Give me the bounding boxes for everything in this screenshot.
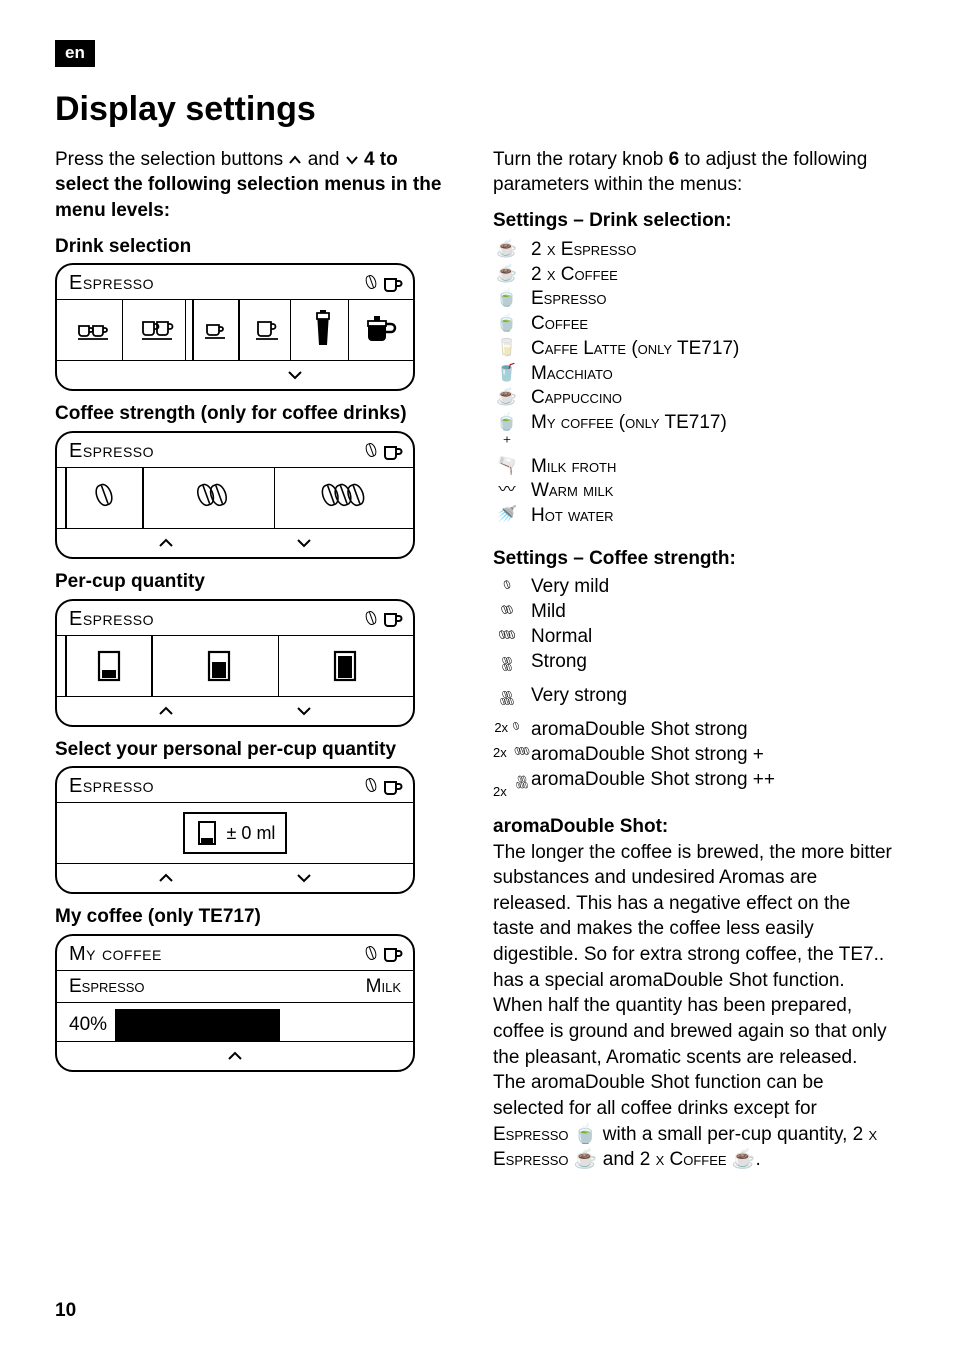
- right-column: Turn the rotary knob 6 to adjust the fol…: [493, 147, 893, 1173]
- my-coffee-icon: 🍵⁺: [493, 411, 521, 454]
- list-item: Warm milk: [531, 479, 613, 503]
- ads-1-icon: 2x: [493, 718, 521, 736]
- milk-froth-icon: 🫗: [493, 455, 521, 476]
- settings-drink-heading: Settings – Drink selection:: [493, 208, 893, 234]
- personal-value-box: ± 0 ml: [183, 812, 288, 854]
- list-item: Hot water: [531, 504, 614, 528]
- panel-title: Espresso: [69, 606, 154, 633]
- per-cup-heading: Per-cup quantity: [55, 569, 455, 595]
- beans-3-icon: [324, 478, 362, 519]
- bean-cup-icon: [367, 606, 403, 633]
- panel-my-coffee: My coffee Espresso Milk 40%: [55, 934, 415, 1072]
- cappuccino-icon: ☕: [493, 386, 521, 407]
- list-item: My coffee (only TE717): [531, 411, 727, 435]
- list-item: aromaDouble Shot strong ++: [531, 768, 775, 792]
- chevron-down-icon: [295, 537, 313, 549]
- drink-list: ☕ 2 x Espresso ☕ 2 x Coffee 🍵 Espresso 🍵 Cof…: [493, 238, 893, 528]
- beans-2-icon: [199, 478, 225, 519]
- list-item: Macchiato: [531, 362, 613, 386]
- mc-right: Milk: [366, 974, 401, 1000]
- list-item: aromaDouble Shot strong +: [531, 743, 764, 767]
- list-item: Caffe Latte (only TE717): [531, 337, 739, 361]
- personal-value: ± 0 ml: [227, 821, 276, 845]
- mc-percent: 40%: [57, 1009, 117, 1041]
- beans-5-icon: [493, 684, 521, 717]
- list-item: 2 x Coffee: [531, 263, 618, 287]
- chevron-down-icon: [295, 705, 313, 717]
- cappuccino-icon: [362, 311, 398, 349]
- double-coffee-icon: ☕: [493, 263, 521, 284]
- drink-selection-heading: Drink selection: [55, 234, 455, 260]
- double-coffee-icon: [140, 313, 174, 347]
- progress-bar: [117, 1009, 413, 1041]
- list-item: Espresso: [531, 287, 607, 311]
- coffee-strength-heading: Coffee strength (only for coffee drinks): [55, 401, 455, 427]
- list-item: Milk froth: [531, 455, 616, 479]
- left-column: Press the selection buttons and 4 to sel…: [55, 147, 455, 1173]
- settings-strength-heading: Settings – Coffee strength:: [493, 546, 893, 572]
- panel-title: Espresso: [69, 270, 154, 297]
- chevron-up-icon: [157, 705, 175, 717]
- ads-2-icon: 2x: [493, 743, 521, 761]
- ads-3-icon: 2x: [493, 768, 521, 800]
- list-item: 2 x Espresso: [531, 238, 636, 262]
- espresso-icon: [202, 317, 230, 343]
- personal-heading: Select your personal per-cup quantity: [55, 737, 455, 763]
- cup-small-icon: [92, 646, 126, 686]
- list-item: Strong: [531, 650, 587, 674]
- bean-cup-icon: [367, 270, 403, 297]
- panel-personal: Espresso ± 0 ml: [55, 766, 415, 894]
- cup-medium-icon: [202, 646, 236, 686]
- strength-list: Very mild Mild Normal Strong Very strong…: [493, 575, 893, 800]
- chevron-down-icon: [286, 369, 304, 381]
- mc-left: Espresso: [69, 974, 145, 1000]
- espresso-icon: 🍵: [493, 287, 521, 308]
- cup-icon: [195, 818, 221, 848]
- panel-coffee-strength: Espresso: [55, 431, 415, 559]
- intro-text: Press the selection buttons and 4 to sel…: [55, 147, 455, 224]
- list-item: Coffee: [531, 312, 588, 336]
- cup-large-icon: [328, 646, 362, 686]
- page-title: Display settings: [55, 87, 899, 133]
- panel-per-cup: Espresso: [55, 599, 415, 727]
- page-number: 10: [55, 1298, 76, 1324]
- list-item: aromaDouble Shot strong: [531, 718, 748, 742]
- panel-drink-selection: Espresso: [55, 263, 415, 391]
- hot-water-icon: 🚿: [493, 504, 521, 525]
- macchiato-icon: [308, 309, 338, 351]
- warm-milk-icon: 〰: [493, 479, 521, 500]
- list-item: Very mild: [531, 575, 609, 599]
- chevron-up-icon: [226, 1050, 244, 1062]
- latte-icon: 🥛: [493, 337, 521, 358]
- coffee-icon: [253, 315, 283, 345]
- beans-2-icon: [493, 600, 521, 621]
- language-badge: en: [55, 40, 95, 67]
- bean-cup-icon: [367, 438, 403, 465]
- bean-cup-icon: [367, 773, 403, 800]
- list-item: Cappuccino: [531, 386, 622, 410]
- list-item: Very strong: [531, 684, 627, 708]
- double-espresso-icon: [76, 315, 110, 345]
- chevron-up-icon: [157, 872, 175, 884]
- chevron-up-icon: [157, 537, 175, 549]
- right-intro: Turn the rotary knob 6 to adjust the fol…: [493, 147, 893, 198]
- bean-cup-icon: [367, 941, 403, 968]
- macchiato-icon: 🥤: [493, 362, 521, 383]
- beans-1-icon: [493, 575, 521, 596]
- chevron-down-icon: [295, 872, 313, 884]
- beans-4-icon: [493, 650, 521, 683]
- aroma-paragraph: aromaDouble Shot: The longer the coffee …: [493, 814, 893, 1173]
- panel-title: My coffee: [69, 941, 162, 968]
- list-item: Mild: [531, 600, 566, 624]
- list-item: Normal: [531, 625, 592, 649]
- coffee-icon: 🍵: [493, 312, 521, 333]
- my-coffee-heading: My coffee (only TE717): [55, 904, 455, 930]
- panel-title: Espresso: [69, 438, 154, 465]
- beans-3-icon: [493, 625, 521, 646]
- double-espresso-icon: ☕: [493, 238, 521, 259]
- panel-title: Espresso: [69, 773, 154, 800]
- beans-1-icon: [98, 478, 111, 519]
